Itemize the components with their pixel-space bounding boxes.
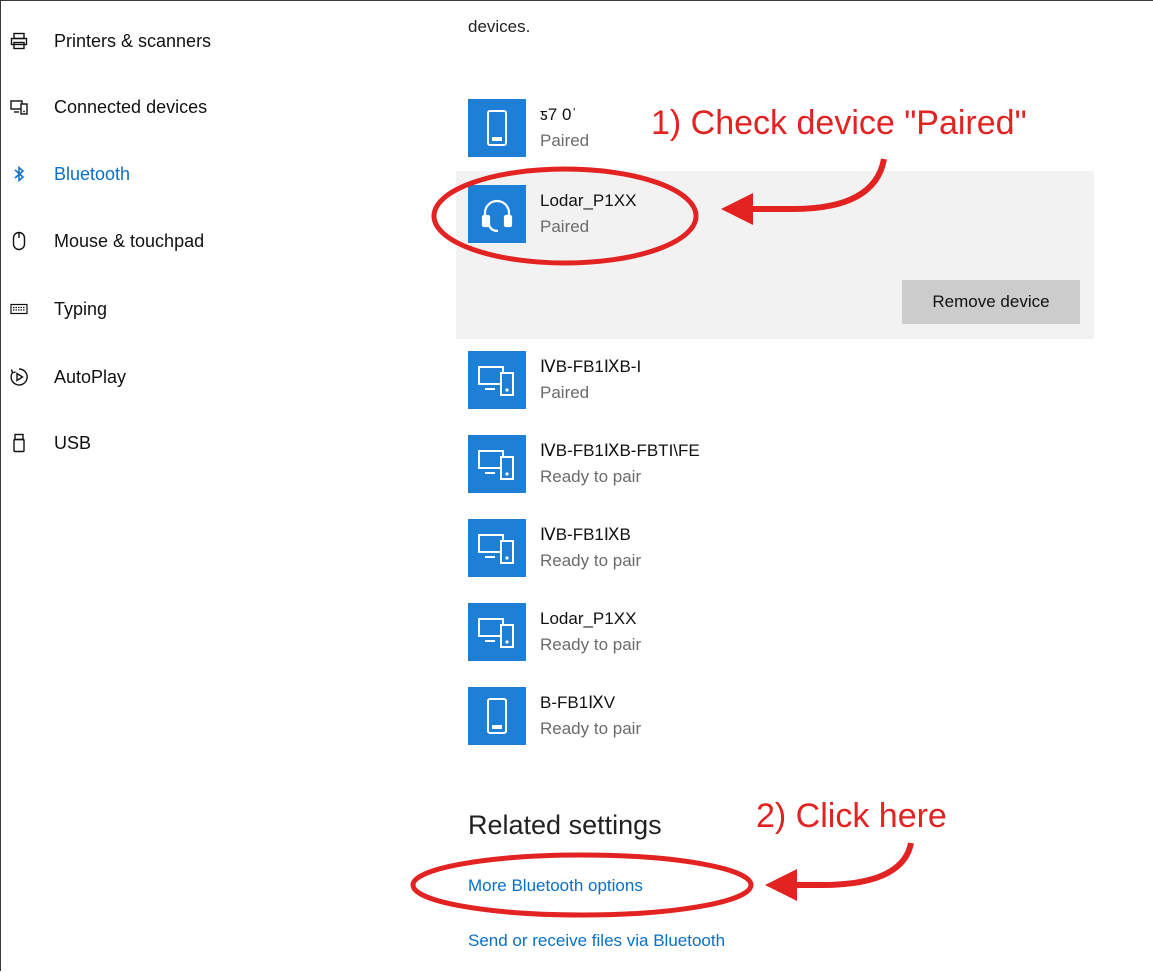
sidebar-item-label: AutoPlay xyxy=(54,366,127,387)
computer-phone-icon xyxy=(468,603,526,661)
sidebar-item-usb[interactable]: USB xyxy=(1,423,401,463)
computer-phone-icon xyxy=(468,519,526,577)
device-status: Ready to pair xyxy=(540,551,642,570)
device-item[interactable]: B-FB1ⅨV Ready to pair xyxy=(456,687,1094,757)
more-bluetooth-options-link[interactable]: More Bluetooth options xyxy=(468,876,643,896)
device-name: Lodar_P1XX xyxy=(540,191,637,210)
bluetooth-icon xyxy=(9,164,29,184)
sidebar-item-label: Printers & scanners xyxy=(54,30,212,51)
device-item-selected[interactable]: Lodar_P1XX Paired Remove device xyxy=(456,171,1094,339)
sidebar-item-autoplay[interactable]: AutoPlay xyxy=(1,357,401,397)
device-name: ƽ7 0ˈ xyxy=(540,105,578,124)
printer-icon xyxy=(9,31,29,51)
connected-devices-icon xyxy=(9,97,29,117)
headset-icon xyxy=(468,185,526,243)
sidebar-item-mouse-touchpad[interactable]: Mouse & touchpad xyxy=(1,221,401,261)
related-settings-heading: Related settings xyxy=(468,810,662,840)
device-name: B-FB1ⅨV xyxy=(540,693,616,712)
sidebar-item-label: USB xyxy=(54,432,92,453)
device-name: Lodar_P1XX xyxy=(540,609,637,628)
device-status: Paired xyxy=(540,131,590,150)
sidebar-item-connected-devices[interactable]: Connected devices xyxy=(1,87,401,127)
intro-text: devices. xyxy=(468,17,531,36)
computer-phone-icon xyxy=(468,435,526,493)
device-status: Ready to pair xyxy=(540,467,642,486)
device-status: Ready to pair xyxy=(540,635,642,654)
keyboard-icon xyxy=(9,299,29,319)
phone-icon xyxy=(468,687,526,745)
device-item[interactable]: ⅣB-FB1ⅨB-I Paired xyxy=(456,351,1094,421)
mouse-icon xyxy=(9,231,29,251)
remove-device-button[interactable]: Remove device xyxy=(902,280,1080,324)
computer-phone-icon xyxy=(468,351,526,409)
device-name: ⅣB-FB1ⅨB-FBTI\FE xyxy=(540,441,700,460)
device-name: ⅣB-FB1ⅨB xyxy=(540,525,631,544)
autoplay-icon xyxy=(9,367,29,387)
annotation-step-2: 2) Click here xyxy=(756,797,947,835)
device-name: ⅣB-FB1ⅨB-I xyxy=(540,357,642,376)
arrow-head-step-2 xyxy=(765,869,797,901)
sidebar-item-bluetooth[interactable]: Bluetooth xyxy=(1,154,401,194)
device-status: Paired xyxy=(540,383,590,402)
sidebar-item-label: Bluetooth xyxy=(54,163,131,184)
device-status: Ready to pair xyxy=(540,719,642,738)
sidebar-item-label: Connected devices xyxy=(54,96,208,117)
sidebar-item-typing[interactable]: Typing xyxy=(1,289,401,329)
device-item[interactable]: Lodar_P1XX Ready to pair xyxy=(456,603,1094,673)
usb-icon xyxy=(9,433,29,453)
sidebar-item-label: Mouse & touchpad xyxy=(54,230,205,251)
device-item[interactable]: ⅣB-FB1ⅨB Ready to pair xyxy=(456,519,1094,589)
sidebar-item-label: Typing xyxy=(54,298,108,319)
device-status: Paired xyxy=(540,217,590,236)
annotation-step-1: 1) Check device "Paired" xyxy=(651,104,1027,142)
send-receive-files-link[interactable]: Send or receive files via Bluetooth xyxy=(468,931,725,951)
device-item[interactable]: ⅣB-FB1ⅨB-FBTI\FE Ready to pair xyxy=(456,435,1094,505)
settings-window: Printers & scanners Connected devices Bl… xyxy=(0,0,1153,971)
sidebar-item-printers-scanners[interactable]: Printers & scanners xyxy=(1,21,401,61)
phone-icon xyxy=(468,99,526,157)
arrow-step-2 xyxy=(791,842,914,888)
